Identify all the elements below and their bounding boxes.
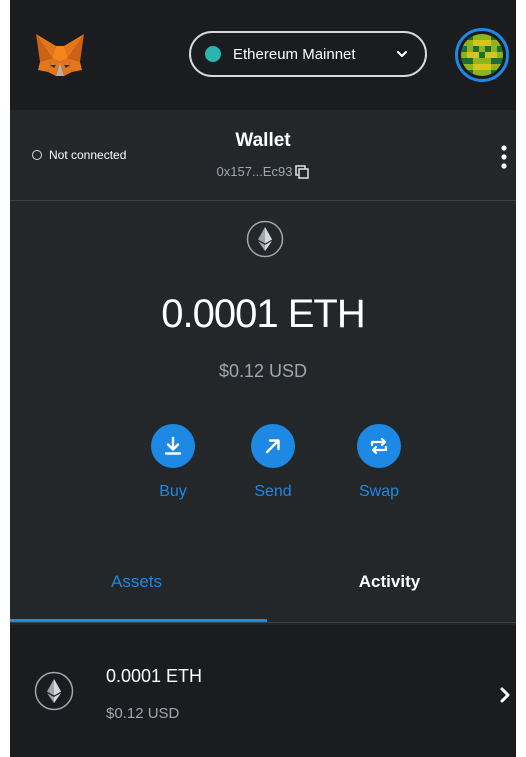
list-item[interactable]: 0.0001 ETH $0.12 USD xyxy=(10,625,516,757)
account-address[interactable]: 0x157...Ec93 xyxy=(10,164,516,179)
account-identicon xyxy=(461,34,503,76)
app-header: Ethereum Mainnet xyxy=(10,0,516,110)
tab-bar: Assets Activity xyxy=(10,550,516,623)
swap-button[interactable]: Swap xyxy=(344,424,414,501)
ethereum-icon xyxy=(34,671,74,711)
arrow-up-right-icon xyxy=(265,439,280,454)
buy-button-label: Buy xyxy=(159,483,187,500)
swap-button-circle xyxy=(357,424,401,468)
active-tab-indicator xyxy=(10,619,267,622)
asset-usd-value: $0.12 USD xyxy=(106,705,180,722)
account-address-text: 0x157...Ec93 xyxy=(216,164,293,179)
buy-button-circle xyxy=(151,424,195,468)
account-avatar[interactable] xyxy=(455,28,509,82)
account-bar: Not connected Wallet 0x157...Ec93 xyxy=(10,110,516,201)
balance-primary: 0.0001 ETH xyxy=(161,292,365,336)
tab-assets[interactable]: Assets xyxy=(10,550,263,622)
asset-amount: 0.0001 ETH xyxy=(106,666,203,686)
kebab-menu-icon[interactable] xyxy=(498,144,510,170)
ethereum-icon xyxy=(246,220,284,258)
send-button[interactable]: Send xyxy=(238,424,308,501)
balance-secondary: $0.12 USD xyxy=(218,361,308,381)
metamask-fox-icon[interactable] xyxy=(34,32,86,82)
buy-button[interactable]: Buy xyxy=(138,424,208,501)
download-icon xyxy=(164,436,182,455)
network-selector[interactable]: Ethereum Mainnet xyxy=(189,31,427,77)
network-status-dot xyxy=(205,46,221,62)
tab-activity[interactable]: Activity xyxy=(263,550,516,622)
wallet-popup: Ethereum Mainnet Not connected Wallet 0x… xyxy=(10,0,516,757)
swap-button-label: Swap xyxy=(358,483,400,500)
account-name[interactable]: Wallet xyxy=(10,130,516,152)
copy-icon[interactable] xyxy=(295,164,310,179)
send-button-circle xyxy=(251,424,295,468)
network-label: Ethereum Mainnet xyxy=(233,45,356,63)
chevron-down-icon xyxy=(397,51,407,57)
swap-icon xyxy=(370,437,388,455)
send-button-label: Send xyxy=(254,483,292,500)
chevron-right-icon xyxy=(500,687,510,703)
